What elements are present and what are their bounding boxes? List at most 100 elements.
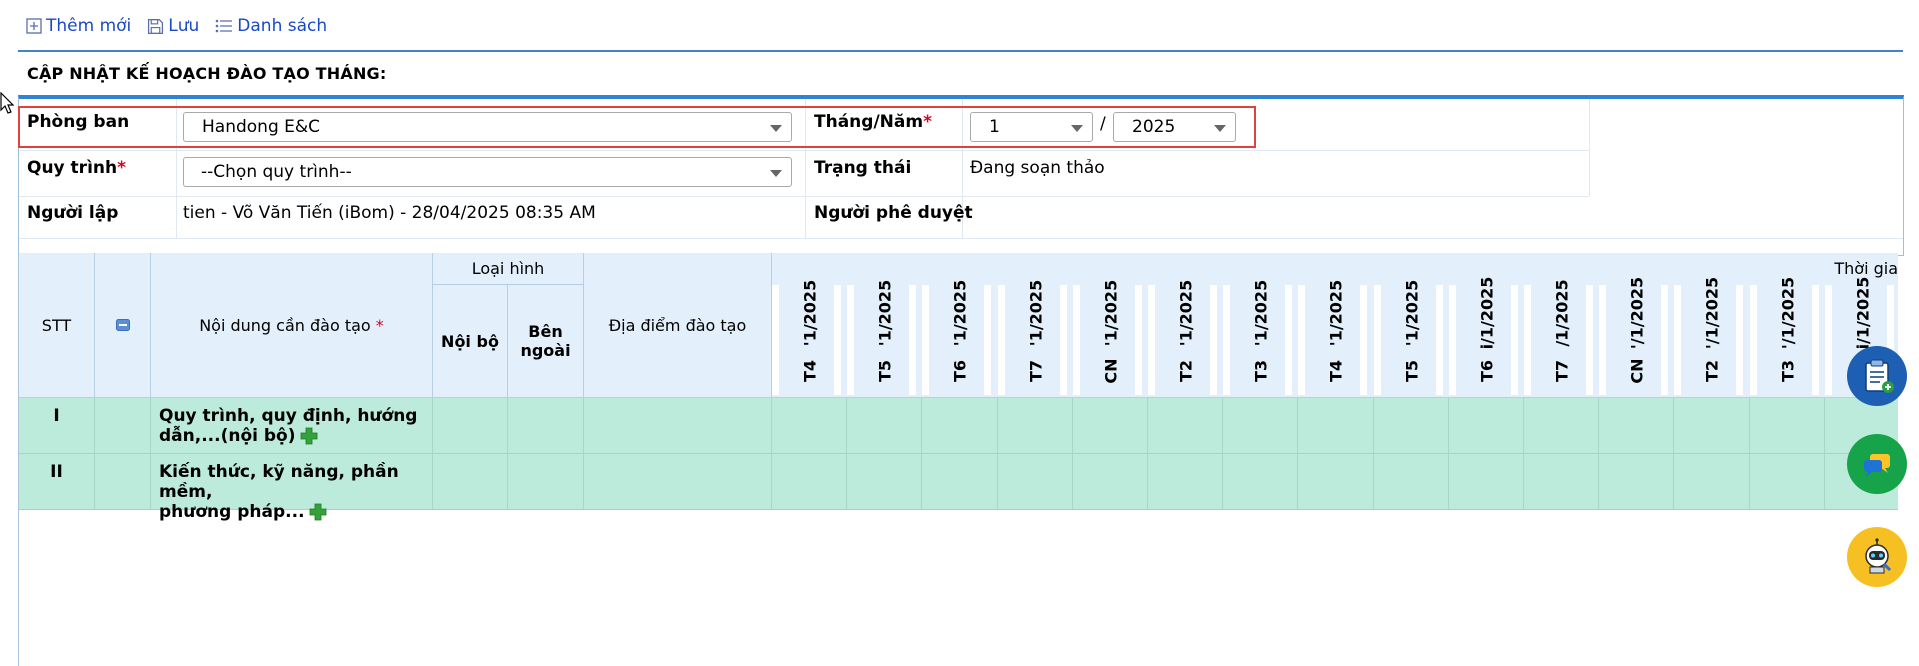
day-cell[interactable] (1524, 398, 1600, 453)
day-cell[interactable] (772, 398, 848, 453)
date-label: '1/2025 (875, 279, 895, 347)
day-cell[interactable] (1599, 398, 1675, 453)
date-column-gap (984, 285, 992, 395)
day-cell[interactable] (1223, 454, 1299, 509)
date-column-gap (1674, 285, 1682, 395)
date-column-header: '1/2025 T4 (779, 280, 841, 395)
required-mark: * (375, 315, 384, 335)
day-cell[interactable] (1374, 398, 1449, 453)
col-type-group-header: Loại hình (433, 253, 584, 285)
col-external-header: Bên ngoài (508, 285, 584, 398)
process-label: Quy trình* (27, 158, 126, 178)
highlight-box (18, 106, 1256, 148)
date-column-header: '1/2025 T5 (854, 280, 916, 395)
date-label: /1/2025 (1552, 279, 1572, 347)
date-column-header: '/1/2025 CN (1606, 277, 1668, 395)
date-column-gap (909, 285, 917, 395)
plus-box-icon (26, 18, 42, 34)
weekday-label: T5 (875, 359, 895, 383)
save-button[interactable]: Lưu (147, 16, 199, 36)
day-cell[interactable] (847, 454, 923, 509)
date-label: '1/2025 (1402, 279, 1422, 347)
date-column-header: /1/2025 T7 (1531, 279, 1593, 395)
add-row-icon[interactable] (300, 427, 318, 445)
day-cell[interactable] (1599, 454, 1675, 509)
date-label: '/1/2025 (1702, 276, 1722, 350)
add-plan-fab[interactable] (1847, 346, 1907, 406)
col-stt-header: STT (19, 253, 95, 398)
day-cell[interactable] (1449, 398, 1524, 453)
row-content-line2: dẫn,...(nội bộ) (159, 426, 296, 446)
day-cell[interactable] (1674, 398, 1750, 453)
col-content-header: Nội dung cần đào tạo * (151, 253, 433, 398)
weekday-label: T3 (1251, 359, 1271, 383)
process-select[interactable]: --Chọn quy trình-- (183, 157, 792, 187)
date-column-header: '1/2025 T4 (1305, 280, 1367, 395)
weekday-label: T6 (950, 359, 970, 383)
form-row-divider (19, 150, 1589, 151)
date-label: '1/2025 (950, 279, 970, 347)
table-row: II Kiến thức, kỹ năng, phần mềm, phương … (19, 454, 1898, 522)
day-cell[interactable] (922, 398, 998, 453)
page-title: CẬP NHẬT KẾ HOẠCH ĐÀO TẠO THÁNG: (27, 64, 387, 83)
chat-fab[interactable] (1847, 434, 1907, 494)
date-column-gap (1435, 285, 1443, 395)
date-column-header: '1/2025 T3 (1230, 280, 1292, 395)
day-cell[interactable] (1073, 398, 1148, 453)
day-cell[interactable] (1073, 454, 1148, 509)
save-label: Lưu (168, 16, 200, 36)
day-cell[interactable] (772, 454, 848, 509)
day-cell[interactable] (847, 398, 923, 453)
date-column-gap (834, 285, 841, 395)
date-column-gap (1285, 285, 1293, 395)
row-toggle-cell (95, 454, 151, 509)
row-stt: I (53, 406, 60, 426)
collapse-icon[interactable] (115, 319, 130, 331)
date-label: '1/2025 (1326, 279, 1346, 347)
row-content-cell: Kiến thức, kỹ năng, phần mềm, phương phá… (151, 454, 433, 522)
date-column-header: '1/2025 T6 (929, 280, 991, 395)
date-column-gap (1448, 285, 1456, 395)
row-internal-cell (433, 398, 508, 453)
day-cell[interactable] (1374, 454, 1449, 509)
date-label: '/1/2025 (1778, 276, 1798, 350)
date-label: i/1/2025 (1477, 276, 1497, 350)
row-external-cell (508, 398, 584, 453)
row-location-cell (584, 398, 772, 453)
chevron-down-icon (770, 170, 782, 177)
day-cell[interactable] (1298, 454, 1374, 509)
row-content-line1: Kiến thức, kỹ năng, phần mềm, (159, 462, 399, 502)
add-new-button[interactable]: Thêm mới (26, 16, 131, 36)
day-cell[interactable] (1524, 454, 1600, 509)
date-column-header: '/1/2025 T3 (1757, 277, 1819, 395)
day-cell[interactable] (1750, 398, 1825, 453)
date-column-gap (1298, 285, 1306, 395)
status-label: Trạng thái (814, 158, 912, 178)
day-cell[interactable] (998, 454, 1073, 509)
add-row-icon[interactable] (309, 503, 327, 521)
day-cell[interactable] (1148, 454, 1224, 509)
list-button[interactable]: Danh sách (215, 16, 327, 36)
form-col-divider (1589, 99, 1590, 196)
day-cell[interactable] (1750, 454, 1825, 509)
weekday-label: T5 (1402, 359, 1422, 383)
day-cell[interactable] (998, 398, 1073, 453)
date-column-gap (1059, 285, 1067, 395)
list-label: Danh sách (237, 16, 328, 36)
day-cell[interactable] (1148, 398, 1224, 453)
weekday-label: T4 (1326, 359, 1346, 383)
date-column-gap (1510, 285, 1518, 395)
day-cell[interactable] (1223, 398, 1299, 453)
day-cell[interactable] (1449, 454, 1524, 509)
date-column-gap (1373, 285, 1381, 395)
day-cell[interactable] (1674, 454, 1750, 509)
weekday-label: T7 (1026, 359, 1046, 383)
support-bot-fab[interactable] (1847, 527, 1907, 587)
creator-value: tien - Võ Văn Tiến (iBom) - 28/04/2025 0… (183, 203, 596, 223)
date-label: i/1/2025 (1853, 276, 1873, 350)
day-cell[interactable] (922, 454, 998, 509)
row-content-line1: Quy trình, quy định, hướng (159, 406, 418, 426)
creator-label: Người lập (27, 203, 119, 223)
day-cell[interactable] (1298, 398, 1374, 453)
date-column-header: i/1/2025 T6 (1456, 277, 1518, 395)
